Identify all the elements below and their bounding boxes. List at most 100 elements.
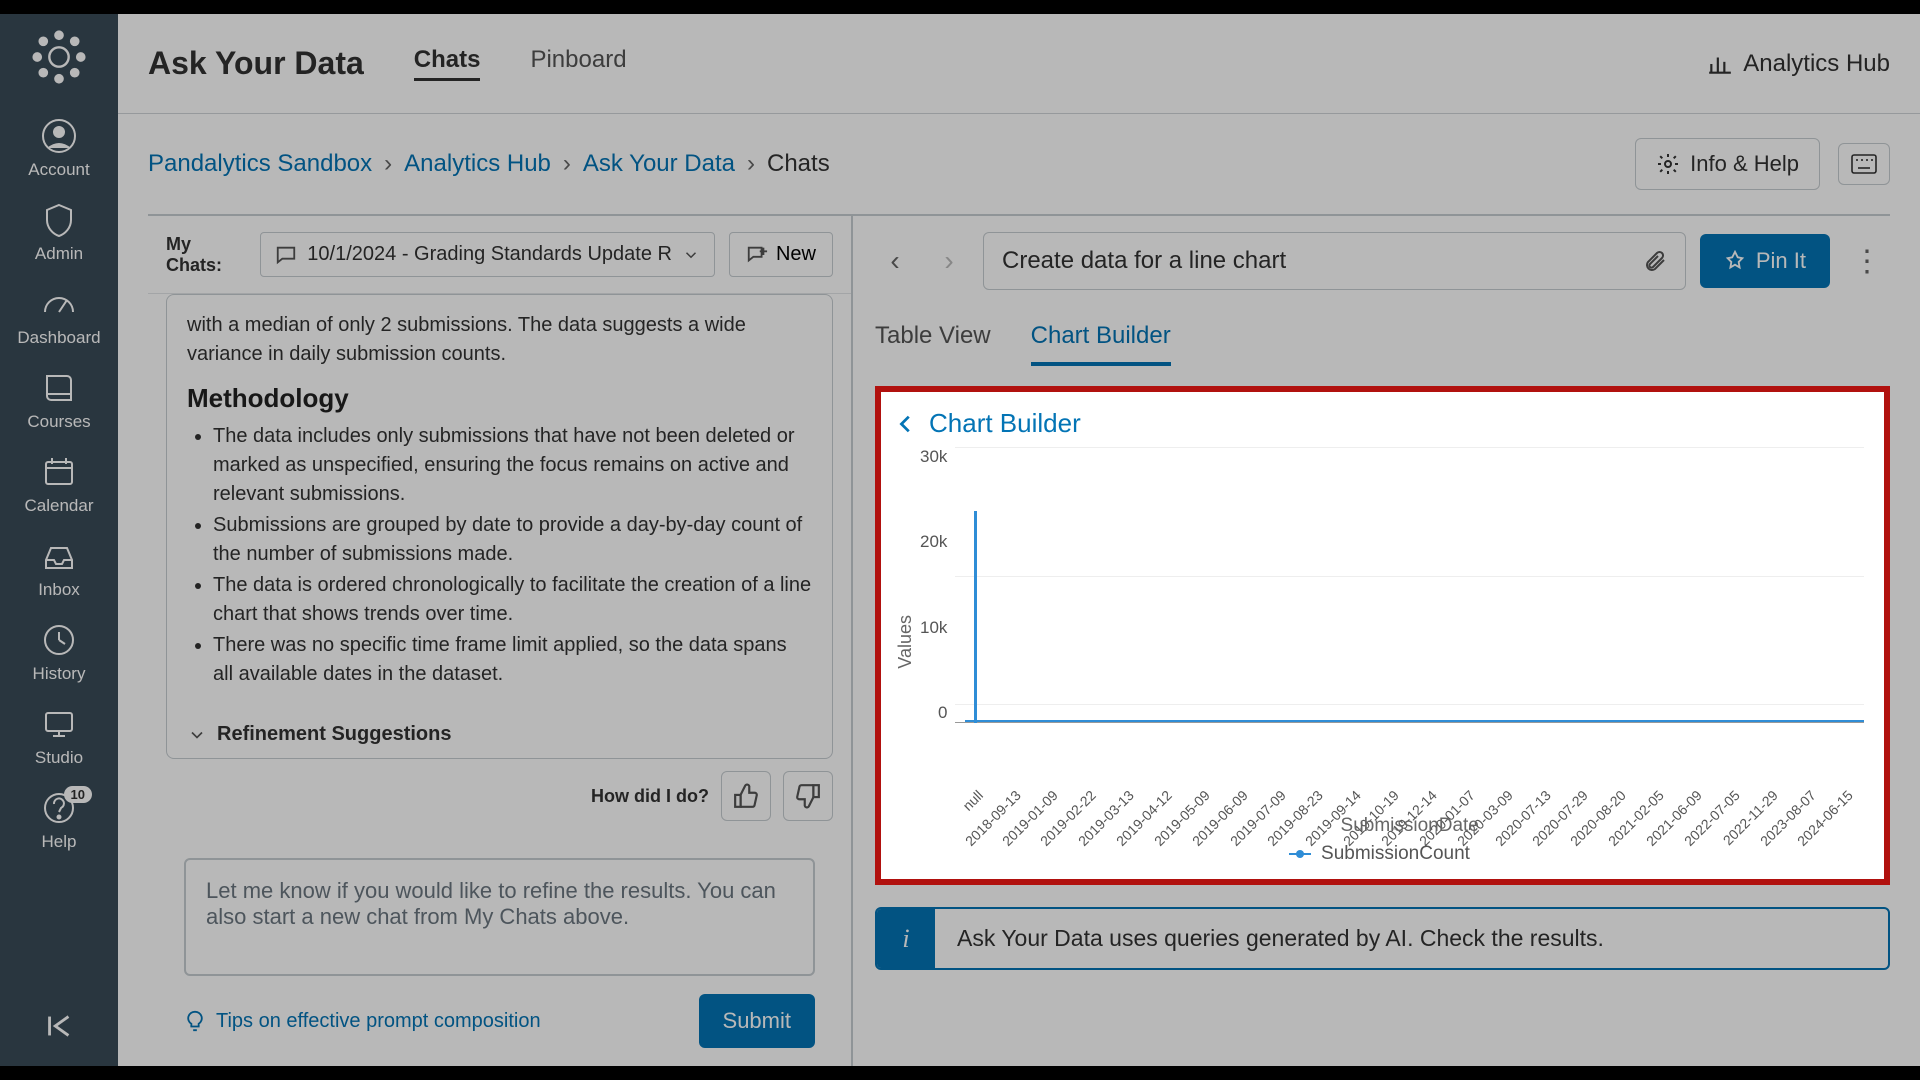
more-menu-button[interactable]: ⋮ bbox=[1844, 244, 1890, 279]
top-tabs: Chats Pinboard bbox=[414, 46, 627, 81]
y-axis-label: Values bbox=[895, 615, 916, 669]
sidebar-label: Inbox bbox=[38, 580, 80, 600]
lightbulb-icon bbox=[184, 1010, 206, 1032]
monitor-icon bbox=[41, 706, 77, 742]
methodology-item: There was no specific time frame limit a… bbox=[213, 631, 812, 689]
new-chat-icon bbox=[746, 244, 768, 266]
methodology-item: The data is ordered chronologically to f… bbox=[213, 571, 812, 629]
next-result-button[interactable]: › bbox=[929, 241, 969, 281]
result-pane: ‹ › Create data for a line chart Pin It … bbox=[853, 216, 1890, 1066]
global-nav-sidebar: Account Admin Dashboard Courses Calendar… bbox=[0, 14, 118, 1066]
sidebar-label: Dashboard bbox=[17, 328, 100, 348]
pin-it-button[interactable]: Pin It bbox=[1700, 234, 1830, 288]
legend-swatch bbox=[1289, 853, 1311, 855]
new-chat-button[interactable]: New bbox=[729, 232, 833, 277]
methodology-item: Submissions are grouped by date to provi… bbox=[213, 511, 812, 569]
chat-pane: My Chats: 10/1/2024 - Grading Standards … bbox=[148, 216, 853, 1066]
sidebar-label: Account bbox=[28, 160, 89, 180]
keyboard-shortcut-button[interactable] bbox=[1838, 143, 1890, 185]
methodology-item: The data includes only submissions that … bbox=[213, 422, 812, 509]
query-display[interactable]: Create data for a line chart bbox=[983, 232, 1686, 290]
methodology-list: The data includes only submissions that … bbox=[187, 422, 812, 689]
sidebar-label: Studio bbox=[35, 748, 83, 768]
content-area: Pandalytics Sandbox › Analytics Hub › As… bbox=[118, 114, 1920, 1066]
page-title: Ask Your Data bbox=[148, 45, 364, 82]
gear-icon bbox=[1656, 152, 1680, 176]
info-banner-text: Ask Your Data uses queries generated by … bbox=[935, 909, 1626, 968]
sidebar-label: Calendar bbox=[25, 496, 94, 516]
sidebar-item-help[interactable]: 10 Help bbox=[0, 780, 118, 864]
feedback-label: How did I do? bbox=[591, 786, 709, 807]
topbar: Ask Your Data Chats Pinboard Analytics H… bbox=[118, 14, 1920, 114]
breadcrumb-row: Pandalytics Sandbox › Analytics Hub › As… bbox=[148, 114, 1890, 214]
prev-result-button[interactable]: ‹ bbox=[875, 241, 915, 281]
chevron-right-icon: › bbox=[747, 150, 755, 178]
refinement-toggle[interactable]: Refinement Suggestions bbox=[187, 707, 812, 746]
feedback-row: How did I do? bbox=[166, 759, 833, 831]
analytics-hub-link[interactable]: Analytics Hub bbox=[1707, 50, 1890, 78]
prompt-input[interactable]: Let me know if you would like to refine … bbox=[184, 858, 815, 976]
sidebar-label: Courses bbox=[27, 412, 90, 432]
info-icon: i bbox=[877, 909, 935, 968]
tab-table-view[interactable]: Table View bbox=[875, 322, 991, 366]
ai-disclaimer-banner: i Ask Your Data uses queries generated b… bbox=[875, 907, 1890, 970]
shield-icon bbox=[41, 202, 77, 238]
chevron-right-icon: › bbox=[384, 150, 392, 178]
response-summary: with a median of only 2 submissions. The… bbox=[187, 311, 812, 369]
chat-selector[interactable]: 10/1/2024 - Grading Standards Update R bbox=[260, 232, 715, 277]
chart-builder-back[interactable]: Chart Builder bbox=[895, 402, 1864, 447]
legend-label: SubmissionCount bbox=[1321, 843, 1470, 865]
chart-legend: SubmissionCount bbox=[895, 843, 1864, 865]
book-icon bbox=[41, 370, 77, 406]
chevron-down-icon bbox=[187, 725, 207, 745]
bottom-row: Tips on effective prompt composition Sub… bbox=[148, 976, 851, 1066]
response-card: with a median of only 2 submissions. The… bbox=[166, 294, 833, 759]
breadcrumb-item[interactable]: Analytics Hub bbox=[404, 150, 551, 178]
breadcrumb-current: Chats bbox=[767, 150, 830, 178]
y-ticks: 30k 20k 10k 0 bbox=[920, 447, 955, 837]
my-chats-label: My Chats: bbox=[166, 234, 246, 276]
tab-chats[interactable]: Chats bbox=[414, 46, 481, 81]
chevron-down-icon bbox=[682, 246, 700, 264]
collapse-sidebar-button[interactable] bbox=[42, 1009, 76, 1048]
thumbs-up-button[interactable] bbox=[721, 771, 771, 821]
my-chats-row: My Chats: 10/1/2024 - Grading Standards … bbox=[148, 216, 851, 294]
chart-builder-panel: Chart Builder Values 30k 20k 10k 0 bbox=[875, 386, 1890, 885]
chart-canvas: Values 30k 20k 10k 0 bbox=[895, 447, 1864, 837]
chevron-left-icon bbox=[895, 413, 917, 435]
sidebar-item-account[interactable]: Account bbox=[0, 108, 118, 192]
chevron-right-icon: › bbox=[563, 150, 571, 178]
result-toolbar: ‹ › Create data for a line chart Pin It … bbox=[875, 216, 1890, 302]
plot-area: null2018-09-132019-01-092019-02-222019-0… bbox=[955, 447, 1864, 837]
thumbs-down-button[interactable] bbox=[783, 771, 833, 821]
methodology-heading: Methodology bbox=[187, 383, 812, 414]
main-content: Ask Your Data Chats Pinboard Analytics H… bbox=[118, 14, 1920, 1066]
sidebar-item-studio[interactable]: Studio bbox=[0, 696, 118, 780]
chat-icon bbox=[275, 244, 297, 266]
x-axis-label: SubmissionDate bbox=[1341, 815, 1479, 837]
clock-icon bbox=[41, 622, 77, 658]
sidebar-item-admin[interactable]: Admin bbox=[0, 192, 118, 276]
thumbs-down-icon bbox=[795, 783, 821, 809]
collapse-icon bbox=[42, 1009, 76, 1043]
sidebar-item-calendar[interactable]: Calendar bbox=[0, 444, 118, 528]
chat-response: with a median of only 2 submissions. The… bbox=[148, 294, 851, 852]
app-logo[interactable] bbox=[30, 28, 88, 86]
bar-chart-icon bbox=[1707, 51, 1733, 77]
breadcrumb-item[interactable]: Pandalytics Sandbox bbox=[148, 150, 372, 178]
sidebar-item-history[interactable]: History bbox=[0, 612, 118, 696]
breadcrumb-item[interactable]: Ask Your Data bbox=[583, 150, 735, 178]
pin-icon bbox=[1724, 250, 1746, 272]
sidebar-item-dashboard[interactable]: Dashboard bbox=[0, 276, 118, 360]
panes: My Chats: 10/1/2024 - Grading Standards … bbox=[148, 216, 1890, 1066]
gauge-icon bbox=[41, 286, 77, 322]
tips-link[interactable]: Tips on effective prompt composition bbox=[184, 1010, 541, 1033]
sidebar-label: History bbox=[33, 664, 86, 684]
sidebar-item-courses[interactable]: Courses bbox=[0, 360, 118, 444]
info-help-button[interactable]: Info & Help bbox=[1635, 138, 1820, 190]
tab-pinboard[interactable]: Pinboard bbox=[530, 46, 626, 81]
sidebar-item-inbox[interactable]: Inbox bbox=[0, 528, 118, 612]
submit-button[interactable]: Submit bbox=[699, 994, 815, 1048]
keyboard-icon bbox=[1851, 154, 1877, 174]
tab-chart-builder[interactable]: Chart Builder bbox=[1031, 322, 1171, 366]
